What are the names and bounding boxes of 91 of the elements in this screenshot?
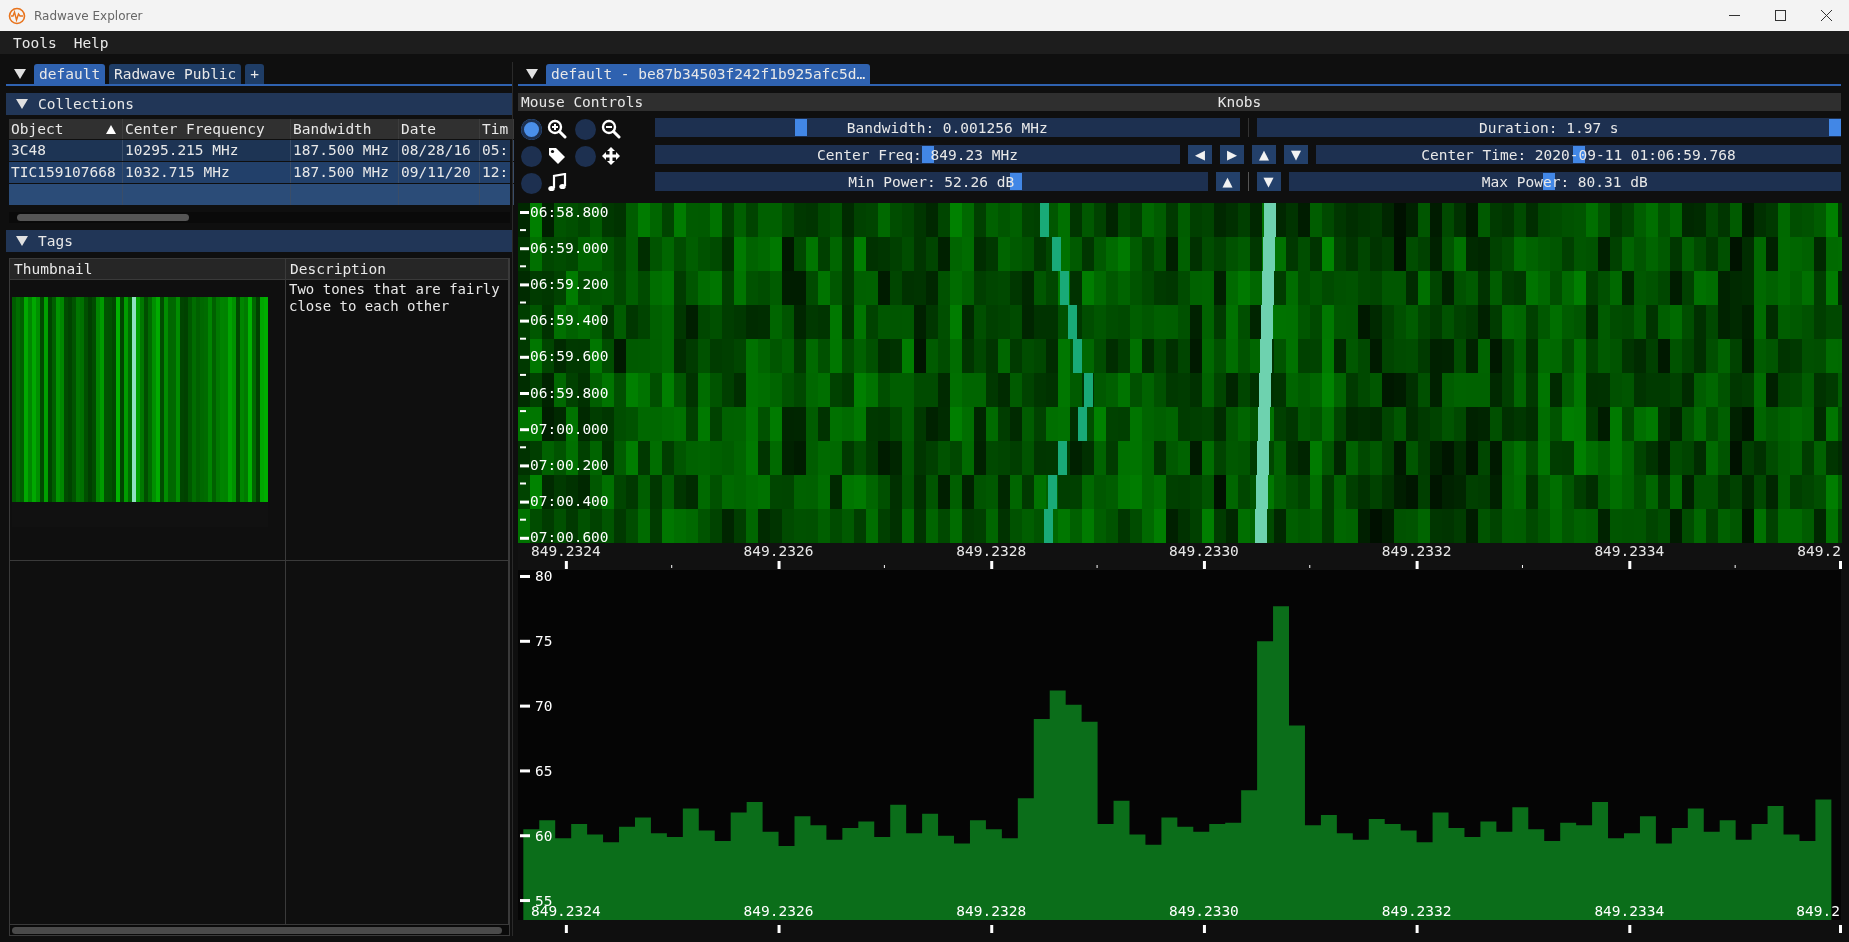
- axis-label: 849.2330: [1169, 903, 1239, 919]
- time-label: 06:59.600: [530, 348, 609, 365]
- tab-list-arrow-icon[interactable]: [526, 69, 538, 79]
- tab[interactable]: Radwave Public: [109, 64, 242, 84]
- table-cell: 187.500 MHz: [291, 140, 399, 161]
- column-label: Date: [401, 120, 436, 139]
- slider[interactable]: Duration: 1.97 s: [1256, 118, 1841, 137]
- horizontal-scrollbar[interactable]: [9, 212, 510, 223]
- axis-label: 80: [535, 570, 553, 585]
- column-label: Center Frequency: [125, 120, 265, 139]
- window-title: Radwave Explorer: [34, 8, 144, 23]
- table-cell: 08/28/16: [399, 140, 480, 161]
- table-cell: 10295.215 MHz: [123, 140, 291, 161]
- section-title: Collections: [38, 96, 135, 112]
- time-label: 06:58.800: [530, 204, 609, 220]
- radio-button[interactable]: [575, 118, 596, 140]
- section-header[interactable]: Tags: [6, 230, 512, 252]
- tab-list-arrow-icon[interactable]: [14, 69, 26, 79]
- tab[interactable]: +: [245, 64, 265, 84]
- app-logo: [8, 6, 26, 25]
- tab[interactable]: default - be87b34503f242f1b925afc5d…: [546, 64, 871, 84]
- time-label: 06:59.400: [530, 312, 609, 329]
- time-label: 07:00.000: [530, 420, 609, 437]
- tab[interactable]: default: [34, 64, 106, 84]
- time-label: 07:00.200: [530, 456, 609, 473]
- time-label: 06:59.200: [530, 276, 609, 293]
- column-header[interactable]: Bandwidth: [291, 119, 399, 139]
- column-label: Object: [11, 120, 64, 139]
- axis-label: 849.2326: [743, 903, 814, 919]
- radio-button[interactable]: [575, 145, 596, 167]
- column-label: Bandwidth: [293, 120, 372, 139]
- arrow-button[interactable]: ▶: [1220, 145, 1244, 164]
- menu-item[interactable]: Tools: [13, 34, 57, 51]
- frequency-label: 849.2324: [530, 543, 601, 559]
- column-header[interactable]: Description: [286, 259, 509, 280]
- music-note-icon: [547, 173, 567, 193]
- radio-button[interactable]: [521, 172, 542, 194]
- frequency-label: 849.2332: [1381, 543, 1452, 559]
- column-header[interactable]: Tim: [480, 119, 514, 139]
- table-cell: 12:: [480, 162, 514, 183]
- section-header[interactable]: Collections: [6, 93, 512, 115]
- table-cell: 09/11/20: [399, 162, 480, 183]
- time-label: 06:59.800: [530, 384, 609, 401]
- radio-button[interactable]: [521, 145, 542, 167]
- menu-item[interactable]: Help: [73, 34, 109, 51]
- frequency-label: 849.2328: [956, 543, 1027, 559]
- axis-label: 849.2332: [1381, 903, 1452, 919]
- axis-label: 849.2328: [956, 903, 1027, 919]
- zoom-in-icon: [547, 119, 567, 139]
- close-icon: [1820, 10, 1832, 21]
- frequency-label: 849.2: [1797, 543, 1841, 559]
- panel-title: Mouse Controls: [520, 94, 645, 110]
- slider[interactable]: Bandwidth: 0.001256 MHz: [655, 118, 1240, 137]
- column-header[interactable]: Center Frequency: [123, 119, 291, 139]
- axis-label: 75: [535, 633, 553, 650]
- table-cell: 05:: [480, 140, 514, 161]
- axis-label: 849.2334: [1594, 903, 1665, 919]
- arrow-button[interactable]: ▲: [1215, 172, 1240, 191]
- radio-button[interactable]: [521, 118, 542, 140]
- column-header[interactable]: Date: [399, 119, 480, 139]
- arrow-button[interactable]: ▼: [1284, 145, 1308, 164]
- table-cell: 3C48: [9, 140, 123, 161]
- horizontal-scrollbar[interactable]: [10, 925, 509, 935]
- frequency-label: 849.2334: [1594, 543, 1665, 559]
- slider-grab[interactable]: [795, 119, 808, 136]
- arrow-button[interactable]: ◀: [1188, 145, 1212, 164]
- time-label: 07:00.400: [530, 492, 609, 509]
- tag-description: Two tones that are fairly close to each other: [286, 279, 509, 561]
- arrow-button[interactable]: ▲: [1252, 145, 1276, 164]
- frequency-label: 849.2330: [1169, 543, 1239, 559]
- time-label: 07:00.600: [530, 528, 609, 545]
- axis-label: 60: [535, 827, 553, 844]
- panel-title: Knobs: [1216, 94, 1263, 110]
- frequency-label: 849.2326: [743, 543, 814, 559]
- maximize-icon: [1774, 10, 1786, 21]
- axis-label: 849.2: [1796, 903, 1840, 919]
- table-cell: 1032.715 MHz: [123, 162, 291, 183]
- column-label: Tim: [482, 120, 509, 139]
- axis-label: 65: [535, 762, 553, 779]
- table-cell: 187.500 MHz: [291, 162, 399, 183]
- move-arrows-icon: [601, 146, 621, 166]
- time-label: 06:59.000: [530, 240, 609, 257]
- table-cell: TIC159107668: [9, 162, 123, 183]
- axis-label: 70: [535, 698, 553, 715]
- arrow-button[interactable]: ▼: [1256, 172, 1281, 191]
- slider-grab[interactable]: [1829, 119, 1841, 136]
- zoom-out-icon: [601, 119, 621, 139]
- section-title: Tags: [38, 233, 73, 249]
- tag-icon: [547, 146, 567, 166]
- column-header[interactable]: Thumbnail: [10, 259, 286, 280]
- column-header[interactable]: Object: [9, 119, 123, 139]
